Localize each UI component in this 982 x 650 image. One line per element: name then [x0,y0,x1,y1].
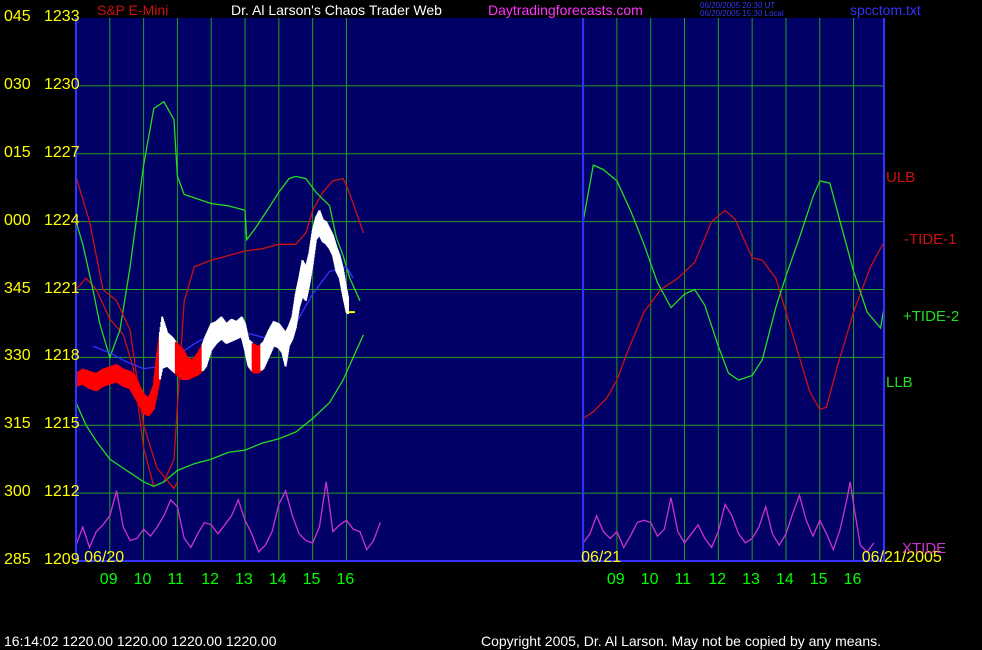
x-tick-label: 16 [843,571,862,588]
x-tick-label: 15 [302,571,321,588]
y-tick-code: 000 [4,211,31,229]
y-tick-price: 1233 [44,8,80,25]
y-tick-code: 330 [4,347,31,365]
y-tick-price: 1224 [44,211,80,229]
y-tick-code: 015 [4,143,31,161]
y-tick-code: 300 [4,483,31,501]
y-tick-price: 1209 [44,551,80,568]
symbol-label: S&P E-Mini [97,2,169,18]
y-tick-price: 1227 [44,143,80,161]
chart-title: Dr. Al Larson's Chaos Trader Web [231,2,442,18]
x-tick-label: 09 [606,571,625,588]
x-tick-label: 12 [201,571,220,588]
chart-canvas [74,18,885,562]
y-tick-price: 1218 [44,347,80,365]
data-file-name: spcctom.txt [850,2,921,18]
footer-copyright: Copyright 2005, Dr. Al Larson. May not b… [481,633,882,649]
chart-window: 285 1209 300 1212 315 1215 330 1218 345 1221 000 12… [0,0,982,650]
y-tick-price: 1215 [44,415,80,433]
y-tick-code: 315 [4,415,31,433]
x-tick-label: 13 [742,571,760,588]
y-tick-code: 030 [4,75,31,93]
x-tick-label: 11 [167,571,185,588]
date-label: 06/21 [581,549,622,566]
x-tick-label: 09 [99,571,118,588]
date-label: 06/20 [84,549,125,566]
x-tick-label: 13 [235,571,253,588]
y-tick-price: 1230 [44,75,80,93]
x-tick-label: 14 [775,571,794,588]
x-tick-label: 16 [336,571,355,588]
y-tick-code: 345 [4,279,31,297]
y-tick-code: 045 [4,8,31,25]
legend-ulb: ULB [886,169,916,186]
x-tick-label: 10 [640,571,659,588]
legend-llb: LLB [886,374,913,391]
footer-quote: 16:14:02 1220.00 1220.00 1220.00 1220.00 [4,633,277,649]
website-link[interactable]: Daytradingforecasts.com [488,2,643,18]
x-tick-label: 10 [133,571,152,588]
y-tick-price: 1221 [44,279,80,297]
x-tick-label: 11 [674,571,692,588]
y-tick-price: 1212 [44,483,80,501]
x-tick-label: 12 [708,571,727,588]
legend-tide-1: -TIDE-1 [904,231,957,248]
y-tick-code: 285 [4,551,31,568]
timestamp-local: 06/20/2005 15:30 Local [700,9,784,18]
x-tick-label: 15 [809,571,828,588]
legend-xtide: XTIDE [902,540,947,557]
legend-tide-2: +TIDE-2 [903,308,960,325]
x-tick-label: 14 [268,571,287,588]
